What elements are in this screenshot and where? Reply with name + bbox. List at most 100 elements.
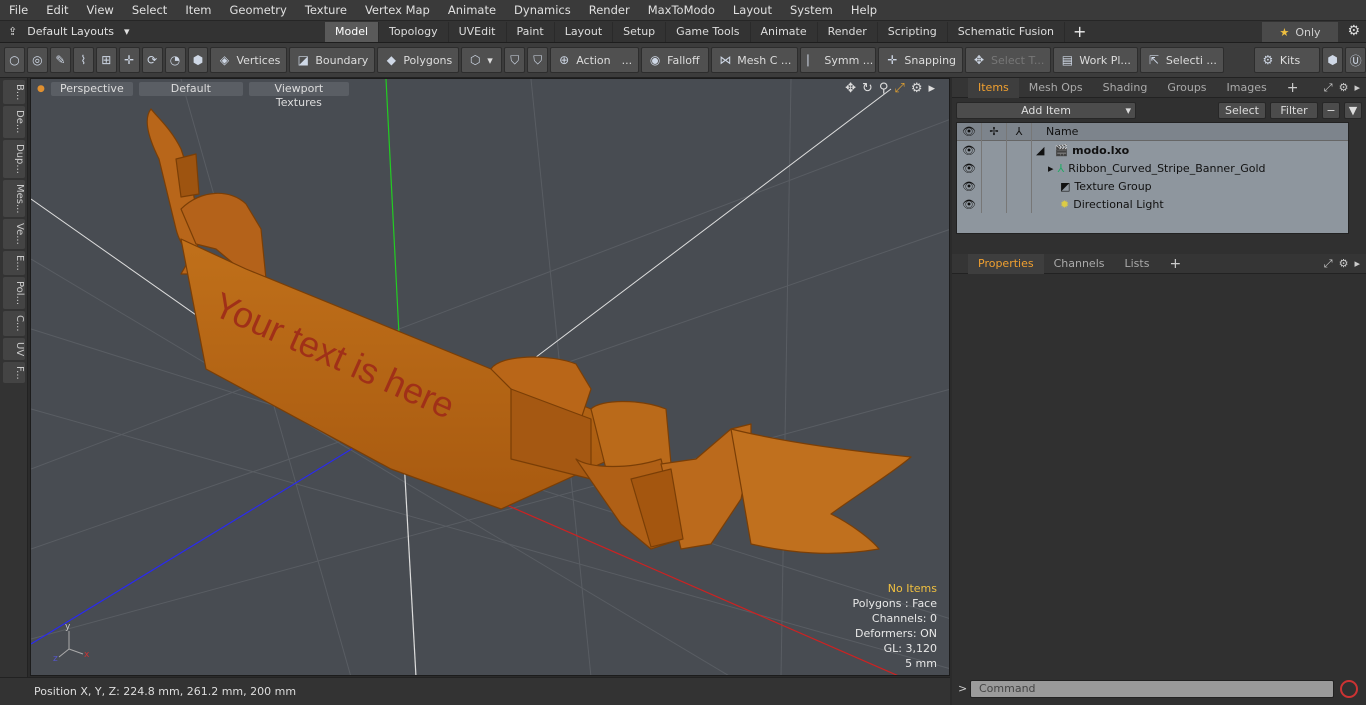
panel-tab-channels[interactable]: Channels [1044,254,1115,274]
menu-render[interactable]: Render [580,3,639,17]
gear-icon[interactable]: ⚙ [1339,81,1349,95]
viewport-textures-dropdown[interactable]: Viewport Textures [248,82,349,109]
menu-help[interactable]: Help [842,3,886,17]
menu-geometry[interactable]: Geometry [221,3,296,17]
left-tab-4[interactable]: Ve... [3,219,25,250]
eye-icon[interactable]: 👁 [957,177,982,195]
material-button[interactable]: ⬡ ▾ [461,47,503,73]
tab-render[interactable]: Render [818,21,878,42]
left-tab-6[interactable]: Pol... [3,276,25,309]
work-plane-button[interactable]: ▤ Work Pl... [1053,47,1138,73]
menu-dynamics[interactable]: Dynamics [505,3,580,17]
globe-button[interactable]: ◎ [26,47,48,73]
item-row-ribbon[interactable]: 👁 ▸ ⅄ Ribbon_Curved_Stripe_Banner_Gold [957,159,1348,177]
tab-setup[interactable]: Setup [613,21,667,42]
gear-icon[interactable]: ⚙ [911,81,923,96]
mesh-constraint-button[interactable]: ⋈ Mesh C ... [711,47,799,73]
tab-model[interactable]: Model [325,21,380,42]
eye-icon[interactable]: 👁 [957,122,982,141]
item-mode-button[interactable]: ⬢ [187,47,209,73]
tab-game-tools[interactable]: Game Tools [666,21,751,42]
panel-tab-images[interactable]: Images [1217,78,1277,98]
arrow-right-icon[interactable]: ▸ [928,81,935,96]
panel-tab-mesh-ops[interactable]: Mesh Ops [1019,78,1093,98]
orbit-icon[interactable]: ↻ [862,81,873,96]
command-input[interactable]: Command [970,680,1334,698]
polygons-button[interactable]: ◆ Polygons [377,47,460,73]
symmetry-button[interactable]: ⎸ Symm ... [800,47,877,73]
only-toggle[interactable]: ★ Only [1262,22,1338,42]
record-button[interactable] [1340,680,1358,698]
tab-paint[interactable]: Paint [507,21,555,42]
zoom-icon[interactable]: ⚲ [879,81,889,96]
axis-icon[interactable]: ⅄ [1007,122,1032,141]
falloff-button[interactable]: ◉ Falloff [641,47,710,73]
tab-uvedit[interactable]: UVEdit [449,21,507,42]
move-button[interactable]: ✛ [118,47,140,73]
menu-item[interactable]: Item [176,3,220,17]
brush-button[interactable]: ⌇ [72,47,94,73]
boundary-button[interactable]: ◪ Boundary [289,47,376,73]
item-row-scene[interactable]: 👁 ◢ 🎬 modo.lxo [957,141,1348,159]
lock-icon[interactable]: ✢ [982,122,1007,141]
action-center-button[interactable]: ⊕ Action... [550,47,640,73]
menu-edit[interactable]: Edit [37,3,77,17]
rotate-button[interactable]: ⟳ [141,47,163,73]
add-tab-button[interactable]: + [1065,22,1094,41]
panel-tab-shading[interactable]: Shading [1093,78,1158,98]
expand-triangle-icon[interactable]: ▸ [1048,162,1054,175]
select-button[interactable]: Select [1218,101,1266,119]
unity-button[interactable]: ⬢ [1322,47,1344,73]
add-panel-tab-button[interactable]: + [1277,78,1309,98]
item-row-texture-group[interactable]: 👁 ◩ Texture Group [957,177,1348,195]
panel-tab-groups[interactable]: Groups [1157,78,1216,98]
menu-texture[interactable]: Texture [296,3,356,17]
transform-button[interactable]: ⊞ [95,47,117,73]
add-item-button[interactable]: Add Item ▾ [956,101,1136,119]
menu-vertex-map[interactable]: Vertex Map [356,3,439,17]
gear-icon[interactable]: ⚙ [1339,257,1349,271]
maximize-icon[interactable]: ⤢ [1324,257,1333,271]
tab-schematic-fusion[interactable]: Schematic Fusion [948,21,1066,42]
solo-button[interactable]: ⛉ [504,47,526,73]
gear-icon[interactable]: ⚙ [1347,23,1360,39]
shading-dropdown[interactable]: Default [138,82,243,96]
collapse-button[interactable]: − [1322,101,1340,119]
add-props-tab-button[interactable]: + [1159,254,1191,274]
filter-button[interactable]: Filter [1270,101,1318,119]
select-mode-button[interactable]: ○ [4,47,25,73]
panel-tab-items[interactable]: Items [968,77,1019,98]
left-tab-1[interactable]: De... [3,106,25,138]
tab-layout[interactable]: Layout [555,21,614,42]
funnel-button[interactable]: ▼ [1344,101,1362,119]
perspective-dropdown[interactable]: Perspective [50,82,133,96]
default-layouts-dropdown[interactable]: ⇪ Default Layouts ▾ [0,25,325,38]
arrow-right-icon[interactable]: ▸ [1354,257,1360,271]
left-tab-8[interactable]: UV [3,337,25,360]
left-tab-9[interactable]: F... [3,361,25,384]
menu-view[interactable]: View [78,3,123,17]
item-row-directional-light[interactable]: 👁 ✹ Directional Light [957,195,1348,213]
left-tab-3[interactable]: Mes... [3,179,25,218]
menu-maxtomodo[interactable]: MaxToModo [639,3,724,17]
snapping-button[interactable]: ✛ Snapping [878,47,964,73]
panel-tab-lists[interactable]: Lists [1115,254,1160,274]
kits-button[interactable]: ⚙ Kits [1253,47,1321,73]
left-tab-2[interactable]: Dup... [3,139,25,178]
select-through-button[interactable]: ✥ Select T... [965,47,1052,73]
panel-tab-properties[interactable]: Properties [968,253,1044,274]
vertices-button[interactable]: ◈ Vertices [210,47,288,73]
selection-sets-button[interactable]: ⇱ Selecti ... [1139,47,1224,73]
eye-icon[interactable]: 👁 [957,195,982,213]
menu-select[interactable]: Select [123,3,176,17]
collapse-triangle-icon[interactable]: ◢ [1036,144,1044,157]
eye-icon[interactable]: 👁 [957,141,982,159]
menu-animate[interactable]: Animate [439,3,505,17]
3d-viewport[interactable]: ● Perspective Default Viewport Textures … [30,78,950,676]
tab-animate[interactable]: Animate [751,21,818,42]
eye-icon[interactable]: 👁 [957,159,982,177]
solo2-button[interactable]: ⛉ [527,47,549,73]
menu-file[interactable]: File [0,3,37,17]
tab-scripting[interactable]: Scripting [878,21,948,42]
pan-icon[interactable]: ✥ [845,81,856,96]
